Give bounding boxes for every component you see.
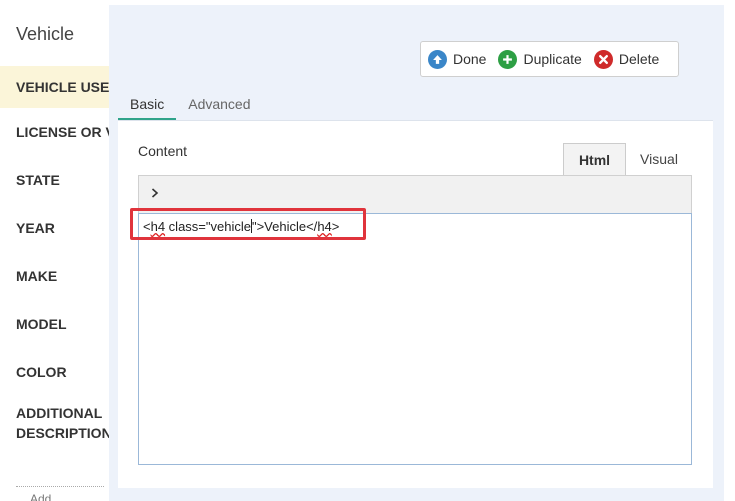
x-circle-icon [593, 49, 613, 69]
html-editor-textarea[interactable] [138, 213, 692, 465]
sidebar-divider [16, 486, 104, 487]
tab-visual[interactable]: Visual [628, 143, 690, 175]
field-label: ADDITIONAL DESCRIPTION [16, 405, 109, 441]
field-item-year[interactable]: YEAR [0, 204, 109, 252]
chevron-right-icon[interactable] [149, 185, 161, 201]
field-label: COLOR [16, 364, 67, 380]
field-item-make[interactable]: MAKE [0, 252, 109, 300]
field-label: YEAR [16, 220, 55, 236]
annotation-highlight-box [130, 208, 366, 240]
field-label: STATE [16, 172, 60, 188]
duplicate-label: Duplicate [523, 51, 582, 67]
delete-label: Delete [618, 51, 660, 67]
content-label: Content [138, 143, 188, 159]
tab-bar: Basic Advanced [118, 92, 263, 122]
field-item-additional-description[interactable]: ADDITIONAL DESCRIPTION [0, 396, 109, 456]
done-label: Done [453, 51, 487, 67]
add-field-link[interactable]: Add ... [30, 492, 65, 501]
tab-advanced[interactable]: Advanced [176, 92, 262, 121]
done-button[interactable]: Done [428, 49, 487, 69]
field-item-color[interactable]: COLOR [0, 348, 109, 396]
field-label: MAKE [16, 268, 58, 284]
plus-circle-icon [498, 49, 518, 69]
field-label: VEHICLE USE [16, 79, 109, 95]
section-title: Vehicle [16, 24, 75, 44]
field-item-vehicle-use[interactable]: VEHICLE USE [0, 66, 109, 108]
field-label: LICENSE OR VIN [16, 124, 109, 140]
field-list: VEHICLE USE LICENSE OR VIN STATE YEAR MA… [0, 66, 109, 456]
field-label: MODEL [16, 316, 67, 332]
arrow-up-circle-icon [428, 49, 447, 69]
field-item-license-or-vin[interactable]: LICENSE OR VIN [0, 108, 109, 156]
action-bar: Done Duplicate Delete [420, 41, 679, 77]
tab-html[interactable]: Html [563, 143, 626, 175]
field-item-model[interactable]: MODEL [0, 300, 109, 348]
delete-button[interactable]: Delete [593, 49, 660, 69]
field-item-state[interactable]: STATE [0, 156, 109, 204]
tab-basic[interactable]: Basic [118, 92, 177, 121]
duplicate-button[interactable]: Duplicate [498, 49, 582, 69]
